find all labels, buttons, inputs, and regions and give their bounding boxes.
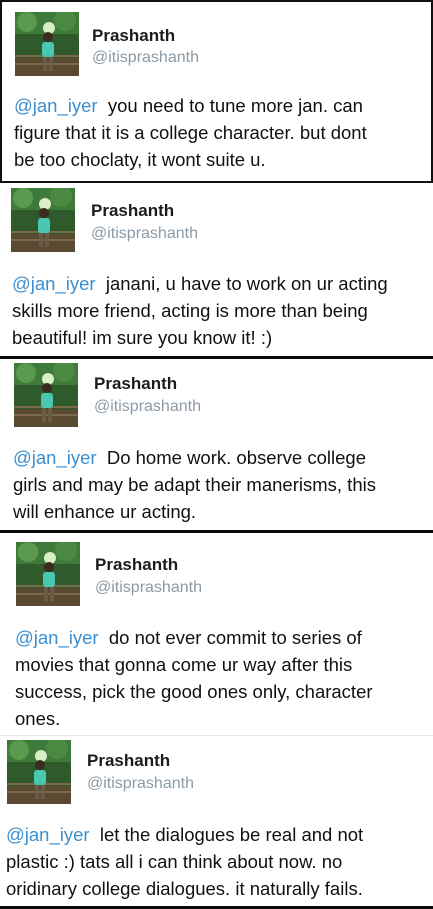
author-name[interactable]: Prashanth bbox=[87, 751, 170, 771]
tweet-line: plastic :) tats all i can think about no… bbox=[6, 851, 343, 872]
tweet-line: @jan_iyer janani, u have to work on ur a… bbox=[12, 270, 388, 297]
author-handle[interactable]: @itisprashanth bbox=[95, 579, 202, 597]
avatar-photo bbox=[16, 542, 80, 606]
tweet-line-text: let the dialogues be real and not bbox=[99, 824, 364, 845]
tweet-text: @jan_iyer Do home work. observe college … bbox=[13, 444, 376, 525]
author-handle[interactable]: @itisprashanth bbox=[92, 49, 199, 67]
tweet-line: @jan_iyer let the dialogues be real and … bbox=[6, 821, 363, 848]
mention-link[interactable]: @jan_iyer bbox=[15, 627, 99, 648]
tweet-card: Prashanth @itisprashanth @jan_iyer Do ho… bbox=[0, 359, 433, 530]
tweet-line-text: janani, u have to work on ur acting bbox=[105, 273, 388, 294]
avatar-photo bbox=[15, 12, 79, 76]
avatar[interactable] bbox=[7, 740, 71, 804]
author-handle[interactable]: @itisprashanth bbox=[94, 398, 201, 416]
tweet-card: Prashanth @itisprashanth @jan_iyer janan… bbox=[0, 184, 433, 356]
author-name[interactable]: Prashanth bbox=[92, 26, 175, 46]
mention-link[interactable]: @jan_iyer bbox=[12, 273, 96, 294]
tweet-line: movies that gonna come ur way after this bbox=[15, 654, 353, 675]
tweet-line: ones. bbox=[15, 708, 61, 729]
tweet-line: be too choclaty, it wont suite u. bbox=[14, 149, 266, 170]
tweet-card: Prashanth @itisprashanth @jan_iyer you n… bbox=[0, 0, 433, 183]
avatar-photo bbox=[7, 740, 71, 804]
tweet-line: @jan_iyer do not ever commit to series o… bbox=[15, 624, 373, 651]
avatar[interactable] bbox=[15, 12, 79, 76]
author-name[interactable]: Prashanth bbox=[91, 201, 174, 221]
tweet-text: @jan_iyer janani, u have to work on ur a… bbox=[12, 270, 388, 351]
tweet-text: @jan_iyer let the dialogues be real and … bbox=[6, 821, 363, 902]
avatar[interactable] bbox=[16, 542, 80, 606]
tweet-line-text: you need to tune more jan. can bbox=[107, 95, 363, 116]
tweet-card: Prashanth @itisprashanth @jan_iyer let t… bbox=[0, 735, 433, 909]
tweet-line: will enhance ur acting. bbox=[13, 501, 197, 522]
tweet-line: girls and may be adapt their manerisms, … bbox=[13, 474, 376, 495]
tweet-line-text: Do home work. observe college bbox=[106, 447, 366, 468]
tweet-line: beautiful! im sure you know it! :) bbox=[12, 327, 273, 348]
tweet-line: success, pick the good ones only, charac… bbox=[15, 681, 373, 702]
tweet-line: @jan_iyer Do home work. observe college bbox=[13, 444, 376, 471]
tweet-card: Prashanth @itisprashanth @jan_iyer do no… bbox=[0, 533, 433, 735]
avatar-photo bbox=[14, 363, 78, 427]
tweet-text: @jan_iyer do not ever commit to series o… bbox=[15, 624, 373, 732]
tweet-line: oridinary college dialogues. it naturall… bbox=[6, 878, 363, 899]
tweet-line: @jan_iyer you need to tune more jan. can bbox=[14, 92, 367, 119]
tweet-text: @jan_iyer you need to tune more jan. can… bbox=[14, 92, 367, 173]
tweet-line: figure that it is a college character. b… bbox=[14, 122, 367, 143]
tweet-line: skills more friend, acting is more than … bbox=[12, 300, 368, 321]
mention-link[interactable]: @jan_iyer bbox=[6, 824, 90, 845]
avatar[interactable] bbox=[11, 188, 75, 252]
mention-link[interactable]: @jan_iyer bbox=[14, 95, 98, 116]
author-handle[interactable]: @itisprashanth bbox=[87, 775, 194, 793]
author-name[interactable]: Prashanth bbox=[95, 555, 178, 575]
mention-link[interactable]: @jan_iyer bbox=[13, 447, 97, 468]
tweet-line-text: do not ever commit to series of bbox=[108, 627, 362, 648]
avatar[interactable] bbox=[14, 363, 78, 427]
author-name[interactable]: Prashanth bbox=[94, 374, 177, 394]
author-handle[interactable]: @itisprashanth bbox=[91, 225, 198, 243]
avatar-photo bbox=[11, 188, 75, 252]
